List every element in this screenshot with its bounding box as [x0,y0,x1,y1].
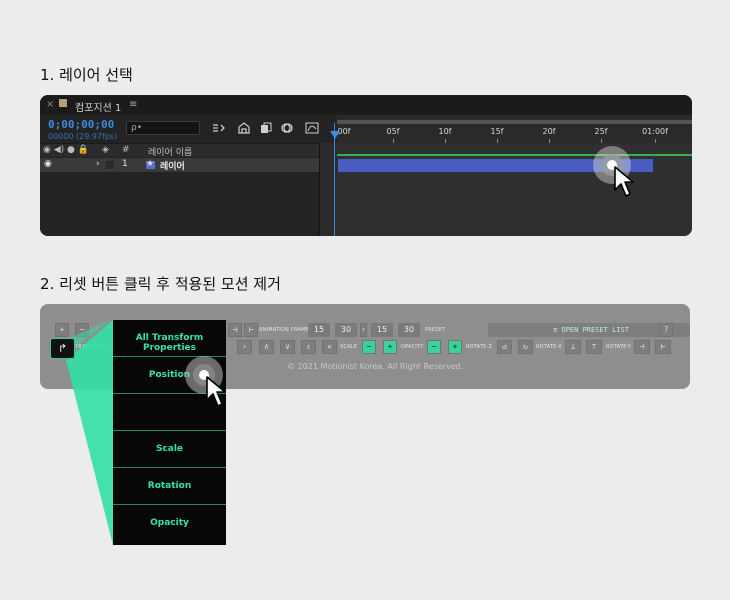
menu-item-label: Rotation [147,481,192,491]
menu-item-opacity[interactable]: Opacity [113,505,226,542]
reset-dropdown-menu: All Transform Properties Position Scale … [113,320,226,545]
menu-item-label: All Transform Properties [135,333,204,353]
tutorial-card: 1. 레이어 선택 × 컴포지션 1 ≡ 0;00;00;00 00000 (2… [0,0,730,600]
menu-item-label: Opacity [150,518,189,528]
menu-item-all-transform[interactable]: All Transform Properties [113,320,226,357]
dropdown-highlight [62,320,113,545]
menu-item-scale[interactable]: Scale [113,431,226,468]
menu-item-label: Scale [155,444,184,454]
reset-button[interactable]: ↱ [50,338,75,359]
menu-item-rotation[interactable]: Rotation [113,468,226,505]
click-cursor-icon [185,356,226,407]
